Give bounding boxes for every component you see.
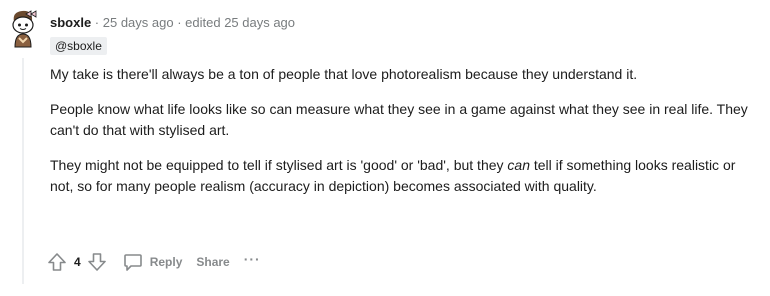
comment-header: sboxle · 25 days ago · edited 25 days ag… (50, 14, 295, 32)
snoo-avatar-icon (12, 10, 37, 48)
vote-score: 4 (74, 255, 81, 269)
speech-bubble-icon (123, 254, 142, 271)
author-name[interactable]: sboxle (50, 15, 91, 30)
separator: · (91, 15, 103, 30)
upvote-arrow-icon[interactable] (46, 251, 68, 273)
separator: · (173, 15, 186, 30)
comment-body: My take is there'll always be a ton of p… (50, 64, 762, 197)
paragraph-text: They might not be equipped to tell if st… (50, 157, 508, 173)
comment-paragraph: People know what life looks like so can … (50, 101, 748, 138)
reply-button[interactable]: Reply (122, 251, 183, 273)
emphasis-text: can (507, 157, 530, 173)
reply-label: Reply (149, 255, 183, 269)
edited-timestamp: edited 25 days ago (185, 15, 296, 30)
comment-age[interactable]: 25 days ago (103, 15, 174, 30)
more-options-button[interactable]: ··· (244, 252, 261, 266)
comment-paragraph: They might not be equipped to tell if st… (50, 155, 762, 197)
share-button[interactable]: Share (196, 255, 229, 269)
comment-actions: 4 Reply Share ··· (46, 250, 261, 274)
downvote-arrow-icon[interactable] (86, 251, 108, 273)
thread-line[interactable] (22, 58, 24, 284)
user-flair: @sboxle (50, 37, 107, 55)
comment-paragraph: My take is there'll always be a ton of p… (50, 66, 638, 82)
user-avatar[interactable] (8, 8, 38, 48)
